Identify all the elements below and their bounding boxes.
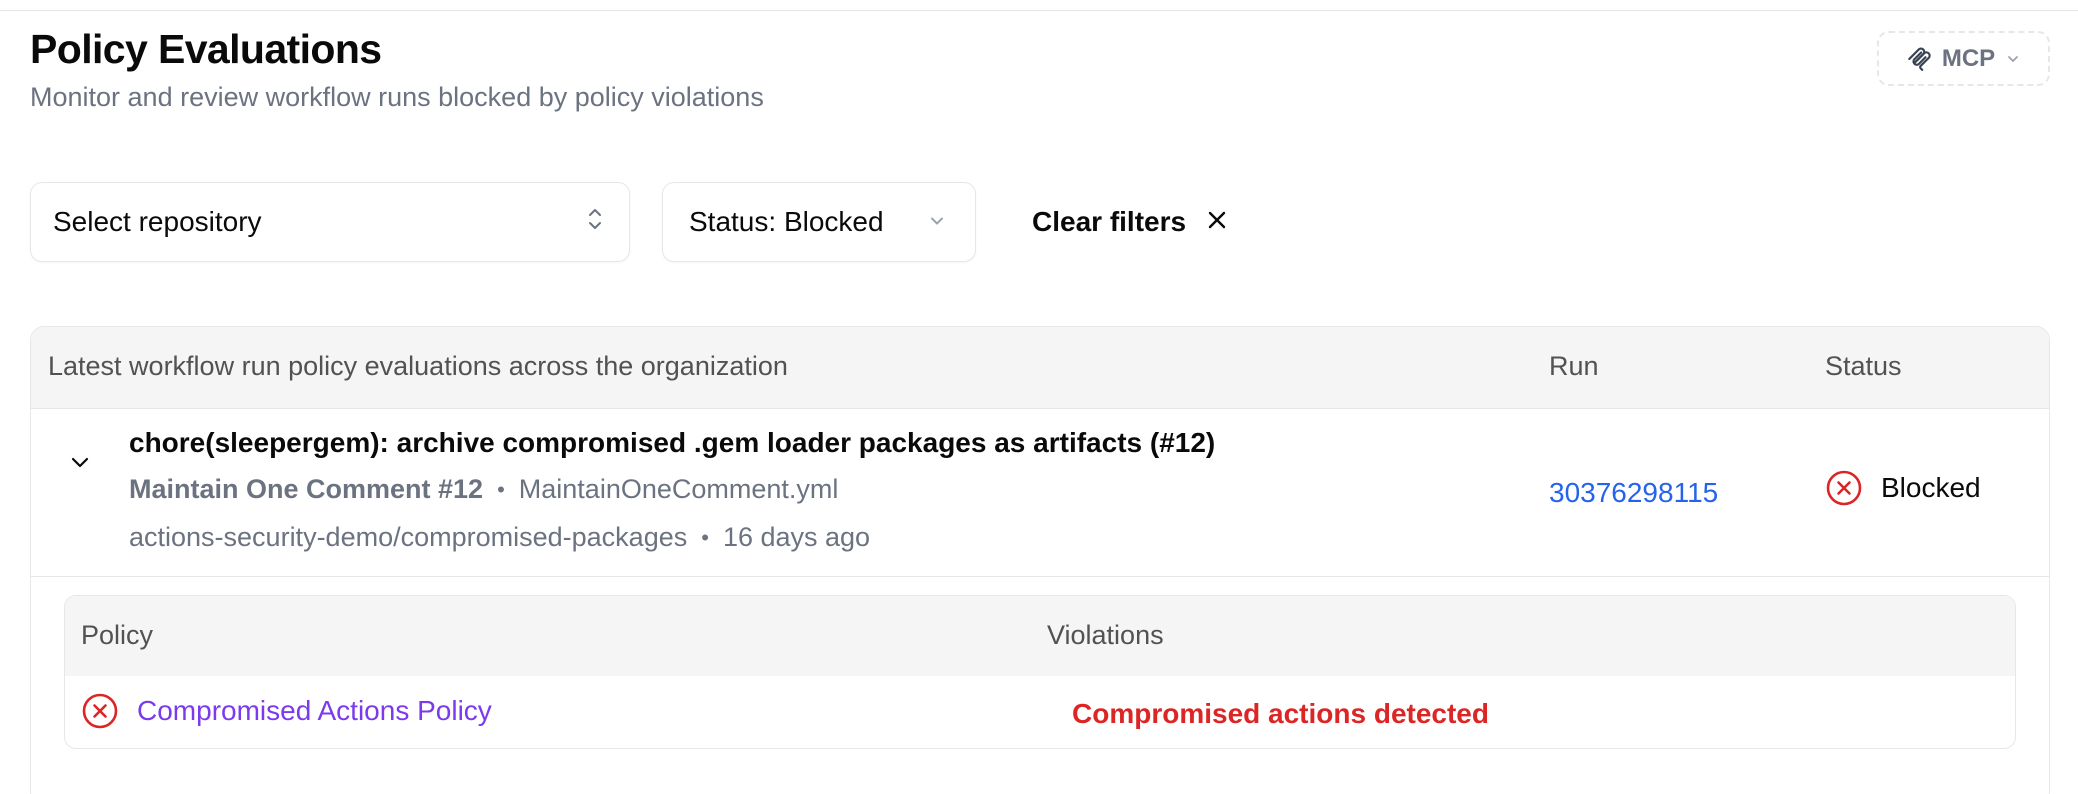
status-label: Blocked — [1881, 472, 1981, 503]
column-header-policy: Policy — [81, 620, 154, 650]
page: Policy Evaluations Monitor and review wo… — [0, 0, 2078, 794]
column-header-description: Latest workflow run policy evaluations a… — [48, 351, 788, 381]
chevron-up-down-icon — [585, 204, 605, 241]
table-row[interactable]: chore(sleepergem): archive compromised .… — [31, 409, 2049, 577]
expand-row-toggle[interactable] — [65, 447, 95, 477]
close-icon — [1206, 206, 1228, 238]
page-subtitle: Monitor and review workflow runs blocked… — [30, 82, 764, 112]
repository-meta: actions-security-demo/compromised-packag… — [129, 522, 870, 553]
status-filter-select[interactable]: Status: Blocked — [662, 182, 976, 262]
policy-row: Compromised Actions Policy Compromised a… — [65, 676, 2015, 748]
chevron-down-icon — [71, 457, 89, 468]
column-header-violations: Violations — [1047, 620, 1164, 650]
page-title: Policy Evaluations — [30, 26, 382, 72]
separator-dot: • — [497, 476, 505, 502]
column-header-run: Run — [1549, 351, 1599, 381]
column-header-status: Status — [1825, 351, 1902, 381]
status-filter-label: Status: Blocked — [689, 206, 884, 237]
table-header: Latest workflow run policy evaluations a… — [31, 327, 2049, 409]
chevron-down-icon — [927, 206, 947, 238]
violation-text: Compromised actions detected — [1072, 698, 1489, 729]
workflow-file: MaintainOneComment.yml — [518, 474, 839, 504]
repository-name: actions-security-demo/compromised-packag… — [129, 522, 688, 552]
policy-cell: Compromised Actions Policy — [81, 692, 492, 730]
status-badge: Blocked — [1825, 469, 1981, 507]
x-circle-icon — [82, 693, 118, 729]
run-id-link[interactable]: 30376298115 — [1549, 477, 1718, 509]
policy-details-table: Policy Violations Compromised Actions Po… — [64, 595, 2016, 749]
chevron-down-icon — [2005, 51, 2021, 67]
policy-link[interactable]: Compromised Actions Policy — [137, 695, 492, 727]
mcp-label: MCP — [1941, 44, 1996, 72]
policy-evaluations-table: Latest workflow run policy evaluations a… — [30, 326, 2050, 794]
commit-title: chore(sleepergem): archive compromised .… — [129, 427, 1216, 458]
mcp-button[interactable]: MCP — [1877, 31, 2050, 86]
x-circle-icon — [1826, 470, 1862, 506]
mcp-icon — [1906, 46, 1932, 72]
repository-select[interactable]: Select repository — [30, 182, 630, 262]
clear-filters-button[interactable]: Clear filters — [1018, 182, 1242, 262]
workflow-meta: Maintain One Comment #12 • MaintainOneCo… — [129, 474, 838, 505]
top-divider — [0, 10, 2078, 11]
policy-details-header: Policy Violations — [65, 596, 2015, 676]
separator-dot: • — [701, 524, 709, 550]
workflow-name: Maintain One Comment #12 — [129, 474, 484, 504]
run-age: 16 days ago — [722, 522, 871, 552]
repository-select-label: Select repository — [53, 206, 262, 237]
clear-filters-label: Clear filters — [1032, 206, 1187, 237]
